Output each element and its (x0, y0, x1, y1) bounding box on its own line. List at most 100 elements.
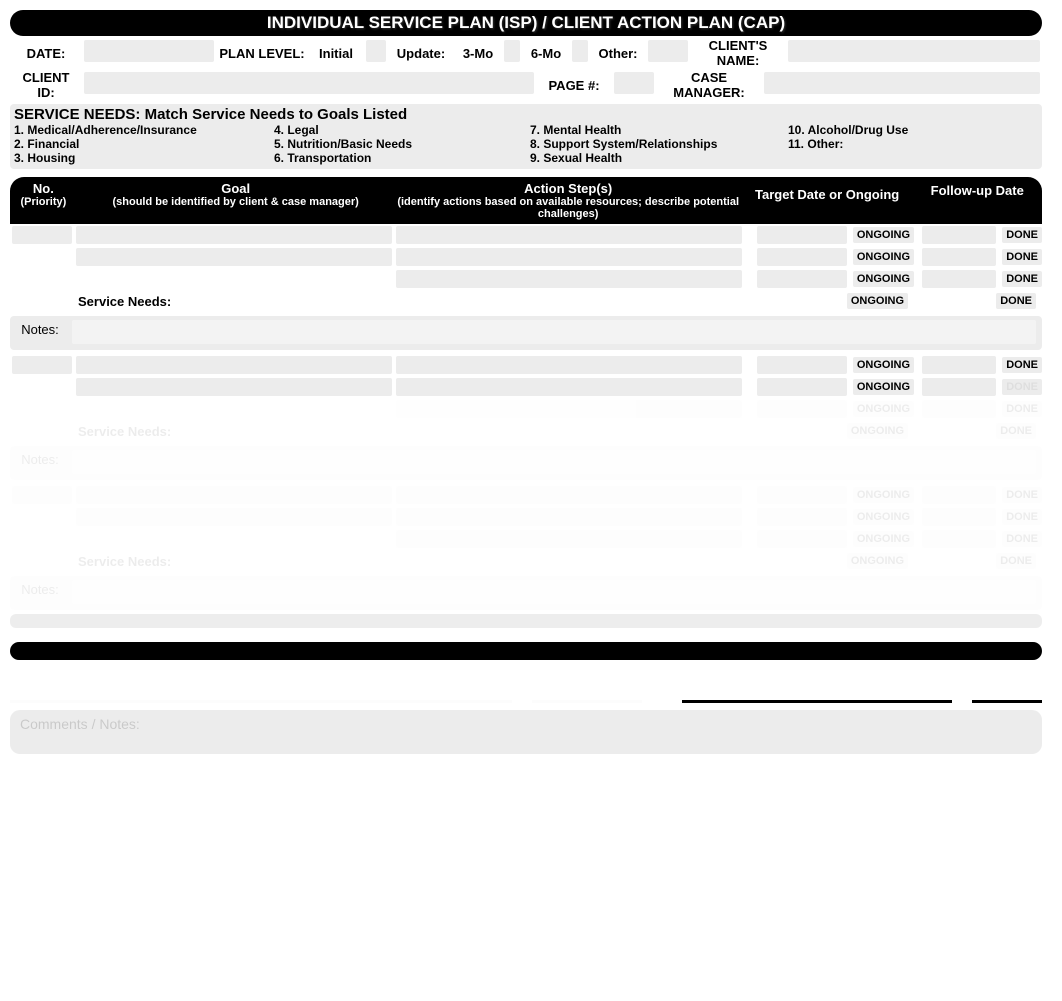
ongoing-toggle[interactable]: ONGOING (847, 293, 908, 309)
col-target: Target Date or Ongoing (742, 177, 913, 224)
notes-row: Notes: (10, 316, 1042, 350)
done-toggle[interactable]: DONE (996, 423, 1036, 439)
initial-field[interactable] (366, 40, 386, 62)
ongoing-toggle[interactable]: ONGOING (853, 509, 914, 525)
ongoing-toggle[interactable]: ONGOING (847, 553, 908, 569)
table-row: ONGOING DONE (10, 528, 1042, 550)
comments-box: Comments / Notes: (10, 710, 1042, 754)
table-row: ONGOING DONE (10, 506, 1042, 528)
case-manager-date-line[interactable] (972, 678, 1042, 703)
client-name-field[interactable] (788, 40, 1040, 62)
case-manager-field[interactable] (764, 72, 1040, 94)
notes-field[interactable] (72, 450, 1036, 474)
svc-1: 1. Medical/Adherence/Insurance (14, 123, 274, 137)
done-toggle[interactable]: DONE (1002, 357, 1042, 373)
svc-10: 10. Alcohol/Drug Use (788, 123, 1038, 137)
divider-row (10, 614, 1042, 628)
6mo-field[interactable] (572, 40, 588, 62)
done-toggle[interactable]: DONE (1002, 531, 1042, 547)
svc-3: 3. Housing (14, 151, 274, 165)
3mo-field[interactable] (504, 40, 520, 62)
ongoing-toggle[interactable]: ONGOING (853, 249, 914, 265)
ongoing-toggle[interactable]: ONGOING (853, 357, 914, 373)
done-toggle[interactable]: DONE (1002, 227, 1042, 243)
case-manager-label: CASE MANAGER: (656, 70, 762, 100)
target-date-field[interactable] (757, 226, 847, 244)
ongoing-toggle[interactable]: ONGOING (847, 423, 908, 439)
done-toggle[interactable]: DONE (1002, 487, 1042, 503)
page-field[interactable] (614, 72, 654, 94)
ongoing-toggle[interactable]: ONGOING (853, 379, 914, 395)
page-label: PAGE #: (536, 70, 612, 100)
ongoing-toggle[interactable]: ONGOING (853, 401, 914, 417)
priority-field[interactable] (12, 226, 72, 244)
notes-label: Notes: (10, 576, 70, 597)
service-needs-inline-label: Service Needs: (74, 554, 178, 569)
comments-label: Comments / Notes: (20, 716, 140, 732)
followup-date-field[interactable] (922, 226, 996, 244)
case-manager-signature-line[interactable] (682, 678, 952, 703)
service-needs-inline-label: Service Needs: (74, 424, 178, 439)
target-date-field[interactable] (757, 248, 847, 266)
done-toggle[interactable]: DONE (1002, 379, 1042, 395)
table-row: ONGOING DONE (10, 224, 1042, 246)
goal-field[interactable] (76, 378, 392, 396)
done-toggle[interactable]: DONE (1002, 271, 1042, 287)
goals-table-header: No. (Priority) Goal (should be identifie… (10, 177, 1042, 224)
ongoing-toggle[interactable]: ONGOING (853, 271, 914, 287)
done-toggle[interactable]: DONE (1002, 401, 1042, 417)
action-field[interactable] (396, 248, 742, 266)
ongoing-toggle[interactable]: ONGOING (853, 531, 914, 547)
notes-row: Notes: (10, 446, 1042, 480)
notes-field[interactable] (72, 580, 1036, 604)
svc-2: 2. Financial (14, 137, 274, 151)
table-row: ONGOING DONE (10, 484, 1042, 506)
action-field[interactable] (396, 378, 742, 396)
svc-7: 7. Mental Health (530, 123, 788, 137)
followup-date-field[interactable] (922, 356, 996, 374)
date-field[interactable] (84, 40, 214, 62)
goal-field[interactable] (76, 248, 392, 266)
svc-11: 11. Other: (788, 137, 1038, 151)
followup-date-field[interactable] (922, 248, 996, 266)
svc-5: 5. Nutrition/Basic Needs (274, 137, 530, 151)
action-field[interactable] (396, 356, 742, 374)
service-needs-row: Service Needs: ONGOING DONE (10, 420, 1042, 442)
target-date-field[interactable] (757, 270, 847, 288)
notes-row: Notes: (10, 576, 1042, 610)
followup-date-field[interactable] (922, 270, 996, 288)
done-toggle[interactable]: DONE (996, 293, 1036, 309)
update-label: Update: (388, 38, 454, 68)
goal-field[interactable] (76, 356, 392, 374)
client-signature-line[interactable] (10, 678, 512, 703)
action-field[interactable] (396, 400, 742, 418)
service-needs-col3: 7. Mental Health 8. Support System/Relat… (530, 123, 788, 165)
priority-field[interactable] (12, 356, 72, 374)
initial-label: Initial (308, 38, 364, 68)
done-toggle[interactable]: DONE (1002, 509, 1042, 525)
service-needs-col4: 10. Alcohol/Drug Use 11. Other: (788, 123, 1038, 165)
client-id-field[interactable] (84, 72, 534, 94)
target-date-field[interactable] (757, 378, 847, 396)
done-toggle[interactable]: DONE (1002, 249, 1042, 265)
done-toggle[interactable]: DONE (996, 553, 1036, 569)
action-field[interactable] (396, 226, 742, 244)
target-date-field[interactable] (757, 356, 847, 374)
service-needs-row: Service Needs: ONGOING DONE (10, 290, 1042, 312)
action-field[interactable] (396, 270, 742, 288)
ongoing-toggle[interactable]: ONGOING (853, 487, 914, 503)
goal-block-3: ONGOING DONE ONGOING DONE ONGOING DONE S… (10, 484, 1042, 610)
service-needs-inline-label: Service Needs: (74, 294, 178, 309)
other-field[interactable] (648, 40, 688, 62)
ongoing-toggle[interactable]: ONGOING (853, 227, 914, 243)
table-row: ONGOING DONE (10, 246, 1042, 268)
header-row-2: CLIENT ID: PAGE #: CASE MANAGER: (10, 70, 1042, 100)
followup-date-field[interactable] (922, 378, 996, 396)
goal-field[interactable] (76, 226, 392, 244)
service-needs-section: SERVICE NEEDS: Match Service Needs to Go… (10, 104, 1042, 169)
svc-9: 9. Sexual Health (530, 151, 788, 165)
notes-field[interactable] (72, 320, 1036, 344)
other-label: Other: (590, 38, 646, 68)
table-row: ONGOING DONE (10, 268, 1042, 290)
client-date-line[interactable] (532, 678, 642, 703)
